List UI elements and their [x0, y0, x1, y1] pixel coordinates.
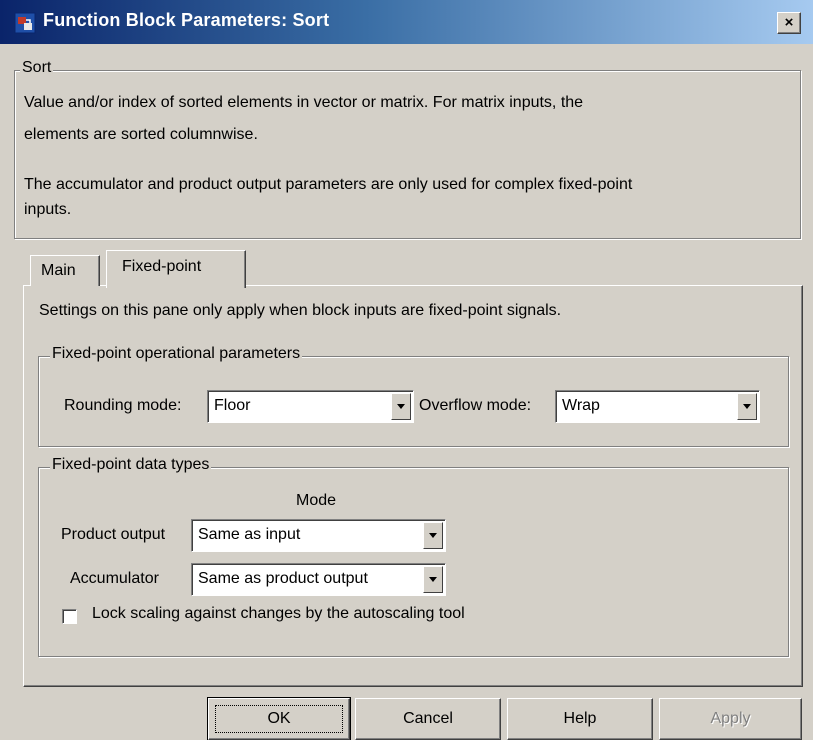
- tab-main[interactable]: Main: [30, 255, 100, 286]
- chevron-down-icon[interactable]: [737, 393, 757, 420]
- tab-fixed-point[interactable]: Fixed-point: [106, 250, 246, 288]
- description-line-2: elements are sorted columnwise.: [24, 126, 258, 143]
- help-button-label: Help: [563, 710, 597, 727]
- simulink-block-icon[interactable]: [14, 12, 36, 34]
- data-types-group: [38, 467, 789, 657]
- help-button[interactable]: Help: [507, 698, 653, 740]
- overflow-mode-value: Wrap: [562, 397, 600, 414]
- focus-rectangle: [215, 705, 343, 733]
- accumulator-select[interactable]: Same as product output: [191, 563, 446, 596]
- cancel-button-label: Cancel: [403, 710, 453, 727]
- chevron-down-icon[interactable]: [391, 393, 411, 420]
- block-description-legend: Sort: [20, 59, 54, 77]
- rounding-mode-value: Floor: [214, 397, 251, 414]
- accumulator-value: Same as product output: [198, 570, 368, 587]
- operational-parameters-legend: Fixed-point operational parameters: [50, 345, 303, 363]
- product-output-value: Same as input: [198, 526, 301, 543]
- rounding-mode-select[interactable]: Floor: [207, 390, 414, 423]
- apply-button[interactable]: Apply: [659, 698, 802, 740]
- chevron-down-icon[interactable]: [423, 522, 443, 549]
- close-icon: ×: [784, 14, 794, 31]
- pane-note: Settings on this pane only apply when bl…: [39, 302, 562, 319]
- description-line-1: Value and/or index of sorted elements in…: [24, 94, 584, 111]
- product-output-label: Product output: [61, 526, 166, 543]
- description-line-4: inputs.: [24, 201, 72, 218]
- product-output-select[interactable]: Same as input: [191, 519, 446, 552]
- description-line-3: The accumulator and product output param…: [24, 176, 633, 193]
- close-button[interactable]: ×: [777, 12, 801, 34]
- apply-button-label: Apply: [710, 710, 751, 727]
- overflow-mode-select[interactable]: Wrap: [555, 390, 760, 423]
- lock-scaling-label[interactable]: Lock scaling against changes by the auto…: [92, 605, 465, 623]
- cancel-button[interactable]: Cancel: [355, 698, 501, 740]
- rounding-mode-label: Rounding mode:: [64, 397, 182, 414]
- lock-scaling-checkbox[interactable]: [62, 609, 77, 624]
- ok-button[interactable]: OK: [207, 697, 351, 740]
- data-types-legend: Fixed-point data types: [50, 456, 212, 474]
- window-title: Function Block Parameters: Sort: [43, 10, 330, 30]
- chevron-down-icon[interactable]: [423, 566, 443, 593]
- tab-main-label: Main: [41, 262, 76, 279]
- tab-fixed-point-label: Fixed-point: [122, 258, 202, 275]
- accumulator-label: Accumulator: [70, 570, 159, 587]
- mode-header: Mode: [296, 492, 337, 509]
- overflow-mode-label: Overflow mode:: [419, 397, 532, 414]
